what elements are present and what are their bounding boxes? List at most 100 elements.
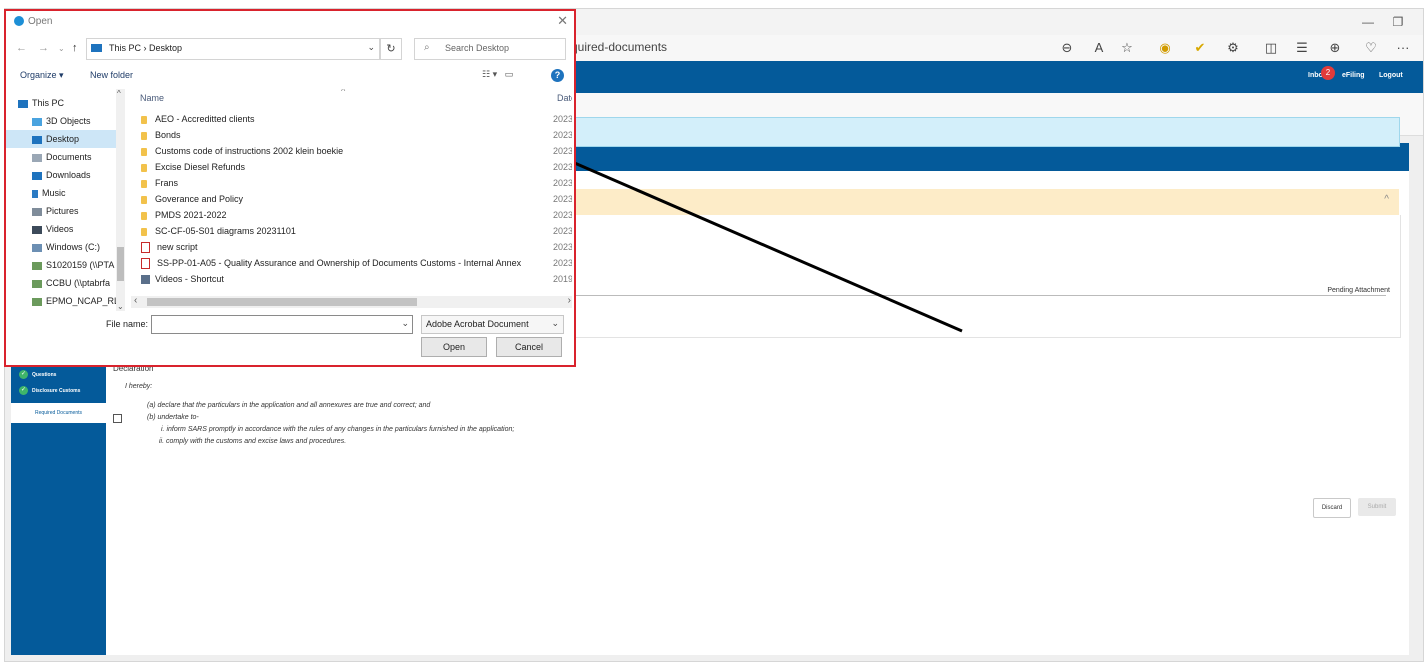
help-icon[interactable]: ? (551, 69, 564, 82)
nav-scroll-thumb[interactable] (117, 247, 124, 281)
inbox-count-badge: 2 (1321, 66, 1335, 80)
nav-item-epmo[interactable]: EPMO_NCAP_RL (32, 292, 116, 310)
documents-icon (32, 153, 42, 162)
declaration-checkbox[interactable] (113, 414, 122, 423)
zoom-icon[interactable]: ⊖ (1057, 38, 1077, 58)
pc-icon (91, 44, 102, 52)
folder-icon (141, 195, 147, 204)
nav-item-label: Desktop (46, 134, 80, 144)
file-row[interactable]: Customs code of instructions 2002 klein … (141, 143, 572, 159)
file-date: 2023 (553, 162, 572, 172)
step-questions[interactable]: ✓ Questions (11, 370, 106, 379)
path-breadcrumb[interactable]: This PC › Desktop ⌄ (86, 38, 380, 60)
file-row[interactable]: new script 2023 (141, 239, 572, 255)
step-required-documents[interactable]: Required Documents (11, 403, 106, 423)
nav-pane-scrollbar[interactable]: ^ ⌄ (116, 89, 125, 311)
file-row[interactable]: Excise Diesel Refunds 2023 (141, 159, 572, 175)
split-screen-icon[interactable]: ◫ (1261, 38, 1281, 58)
organize-button[interactable]: Organize ▾ (20, 70, 64, 81)
up-arrow-icon[interactable]: ↑ (72, 42, 78, 54)
nav-item-s1020159[interactable]: S1020159 (\\PTA (32, 256, 116, 274)
path-text[interactable]: This PC › Desktop (109, 43, 182, 53)
scroll-right-icon[interactable]: › (568, 295, 571, 306)
column-header-name[interactable]: Name (140, 93, 164, 103)
scroll-down-icon[interactable]: ⌄ (117, 302, 124, 311)
more-icon[interactable]: ··· (1393, 38, 1413, 58)
dialog-command-bar: Organize ▾ New folder ☷ ▾ ▭ ? (6, 66, 574, 88)
extensions-icon[interactable]: ⚙ (1223, 38, 1243, 58)
file-date: 2023 (553, 114, 572, 124)
pc-icon (18, 99, 28, 108)
read-aloud-icon[interactable]: A (1089, 38, 1109, 58)
downloads-icon (32, 171, 42, 180)
file-row[interactable]: SC-CF-05-S01 diagrams 20231101 2023 (141, 223, 572, 239)
submit-button[interactable]: Submit (1358, 498, 1396, 516)
nav-item-3d-objects[interactable]: 3D Objects (32, 112, 125, 130)
file-name-input[interactable]: ⌄ (151, 315, 413, 334)
restore-button[interactable]: ❐ (1387, 13, 1409, 31)
address-bar[interactable]: quired-documents (571, 40, 667, 54)
chevron-down-icon[interactable]: ⌄ (551, 318, 559, 329)
folder-icon (141, 147, 147, 156)
nav-item-ccbu[interactable]: CCBU (\\ptabrfa (32, 274, 116, 292)
view-options-icon[interactable]: ☷ ▾ ▭ (482, 69, 513, 80)
new-folder-button[interactable]: New folder (90, 70, 133, 80)
forward-arrow-icon[interactable]: → (38, 42, 49, 54)
step-disclosure-customs[interactable]: ✓ Disclosure Customs (11, 386, 106, 395)
file-date: 2023 (553, 130, 572, 140)
column-header-date[interactable]: Date (557, 93, 572, 103)
file-row[interactable]: Bonds 2023 (141, 127, 572, 143)
navigation-pane: This PC 3D Objects Desktop Documents Dow… (6, 89, 125, 311)
pictures-icon (32, 207, 42, 216)
nav-item-desktop[interactable]: Desktop (6, 130, 116, 148)
open-button[interactable]: Open (421, 337, 487, 357)
nav-item-downloads[interactable]: Downloads (32, 166, 125, 184)
horizontal-scroll-thumb[interactable] (147, 298, 417, 306)
nav-item-music[interactable]: Music (32, 184, 125, 202)
chevron-down-icon[interactable]: ⌄ (401, 318, 409, 329)
search-box[interactable]: ⌕ Search Desktop (414, 38, 566, 60)
file-name-label: File name: (106, 319, 149, 329)
declaration-line-b: (b) undertake to- (147, 414, 199, 421)
scroll-up-icon[interactable]: ^ (117, 89, 121, 98)
file-row[interactable]: Videos - Shortcut 2019 (141, 271, 572, 287)
file-row[interactable]: Goverance and Policy 2023 (141, 191, 572, 207)
file-row[interactable]: PMDS 2021-2022 2023 (141, 207, 572, 223)
copilot-icon[interactable]: ♡ (1361, 38, 1381, 58)
recent-locations-icon[interactable]: ⌄ (58, 44, 65, 53)
chevron-down-icon[interactable]: ⌄ (367, 42, 375, 53)
file-type-select[interactable]: Adobe Acrobat Document ⌄ (421, 315, 564, 334)
discard-button[interactable]: Discard (1313, 498, 1351, 518)
file-row[interactable]: Frans 2023 (141, 175, 572, 191)
file-list-horizontal-scrollbar[interactable]: ‹ › (131, 295, 572, 308)
nav-item-windows-c[interactable]: Windows (C:) (32, 238, 125, 256)
file-name: Customs code of instructions 2002 klein … (155, 146, 344, 156)
nav-item-documents[interactable]: Documents (32, 148, 125, 166)
file-name: AEO - Accreditted clients (155, 114, 255, 124)
minimize-button[interactable]: — (1357, 13, 1379, 31)
music-icon (32, 189, 38, 198)
favorite-icon[interactable]: ☆ (1117, 38, 1137, 58)
file-date: 2023 (553, 226, 572, 236)
nav-item-pictures[interactable]: Pictures (32, 202, 125, 220)
back-arrow-icon[interactable]: ← (16, 42, 27, 54)
refresh-button[interactable]: ↻ (380, 38, 402, 60)
file-row[interactable]: AEO - Accreditted clients 2023 (141, 111, 572, 127)
scroll-left-icon[interactable]: ‹ (134, 295, 137, 306)
check-extension-icon[interactable]: ✔ (1190, 38, 1210, 58)
shield-extension-icon[interactable]: ◉ (1155, 38, 1175, 58)
cancel-button[interactable]: Cancel (496, 337, 562, 357)
nav-item-label: EPMO_NCAP_RL (46, 296, 116, 306)
file-name: Bonds (155, 130, 181, 140)
chevron-up-icon[interactable]: ^ (1384, 194, 1389, 205)
file-date: 2023 (553, 146, 572, 156)
collections-icon[interactable]: ⊕ (1325, 38, 1345, 58)
efiling-link[interactable]: eFiling (1342, 72, 1365, 79)
file-name: Goverance and Policy (155, 194, 244, 204)
close-icon[interactable]: ✕ (557, 13, 568, 29)
nav-item-videos[interactable]: Videos (32, 220, 125, 238)
favorites-list-icon[interactable]: ☰ (1292, 38, 1312, 58)
logout-link[interactable]: Logout (1379, 72, 1403, 79)
nav-item-this-pc[interactable]: This PC (18, 94, 122, 112)
file-row[interactable]: SS-PP-01-A05 - Quality Assurance and Own… (141, 255, 572, 271)
